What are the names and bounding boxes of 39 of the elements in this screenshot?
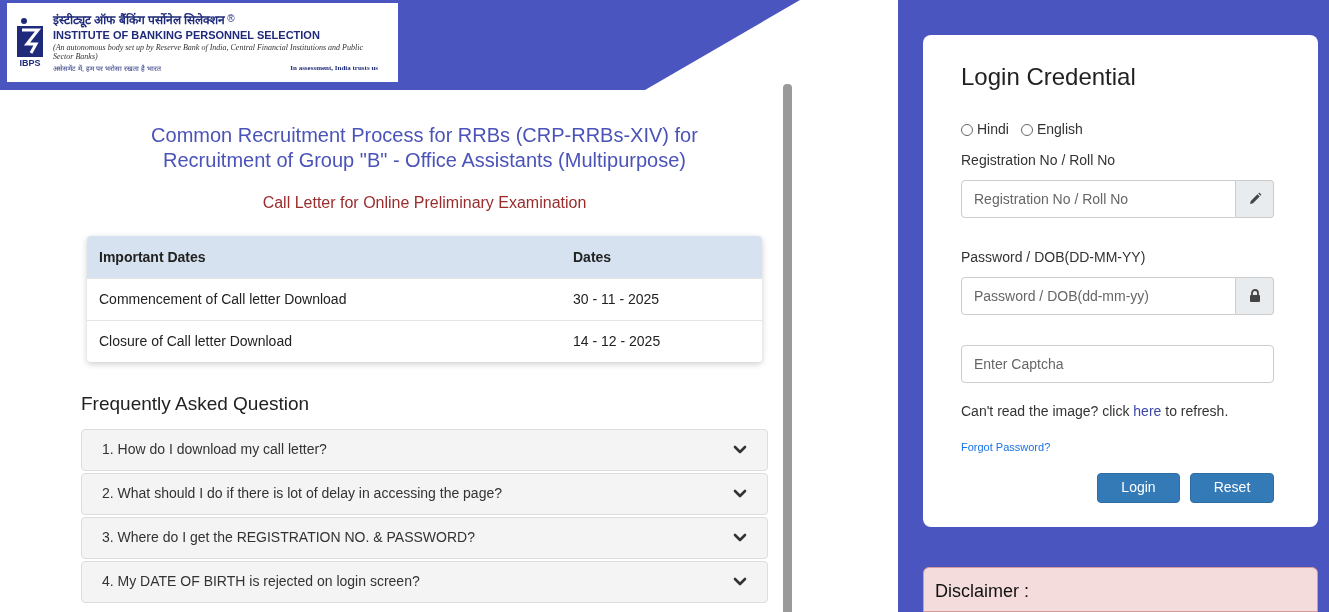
lock-icon <box>1248 289 1261 303</box>
forgot-password-link[interactable]: Forgot Password? <box>961 439 1051 456</box>
language-radio[interactable]: Hindi <box>961 119 1009 140</box>
faq-item[interactable]: 3. Where do I get the REGISTRATION NO. & PASSWORD? <box>81 516 768 559</box>
logo-mark: IBPS <box>19 59 41 68</box>
faq-item[interactable]: 4. My DATE OF BIRTH is rejected on login screen? <box>81 560 768 603</box>
field-label: Password / DOB(DD-MM-YY) <box>961 248 1147 267</box>
page-heading: Common Recruitment Process for RRBs (CRP-RRBs-XIV) for Recruitment of Group "B" - Office Assistants (Multipurpose) <box>150 123 699 173</box>
table-cell-text: Closure of Call letter Download <box>98 332 293 351</box>
disclaimer-title: Disclaimer : <box>935 581 1029 601</box>
language-radio[interactable]: English <box>1020 119 1083 140</box>
column-header: Important Dates <box>98 247 207 267</box>
captcha-refresh-text: Can't read the image? click here to refresh. <box>961 402 1230 421</box>
login-title: Login Credential <box>961 62 1137 92</box>
table-cell-text: Commencement of Call letter Download <box>98 290 348 309</box>
form-button[interactable]: Reset <box>1190 472 1274 503</box>
faq-item[interactable]: 2. What should I do if there is lot of delay in accessing the page? <box>81 472 768 515</box>
chevron-down-icon <box>733 576 747 587</box>
field-label: Registration No / Roll No <box>961 151 1117 170</box>
registered-mark: ® <box>227 13 235 24</box>
logo-subtitle: (An autonomous body set up by Reserve Bank of India, Central Financial Institutions and Public Sector Banks) <box>53 42 364 61</box>
input-field[interactable]: Registration No / Roll No <box>961 180 1236 218</box>
logo-hindi-name: इंस्टीट्यूट ऑफ बैंकिंग पर्सोनेल सिलेक्शन <box>53 13 226 26</box>
input-field[interactable]: Password / DOB(dd-mm-yy) <box>961 277 1236 315</box>
refresh-link[interactable]: here <box>1133 403 1162 419</box>
chevron-down-icon <box>733 444 747 455</box>
pencil-icon <box>1247 192 1262 206</box>
logo-emblem-icon <box>15 17 45 59</box>
table-cell-text: 14 - 12 - 2025 <box>572 332 661 351</box>
page-subheading: Call Letter for Online Preliminary Examination <box>261 193 588 213</box>
faq-item[interactable]: 1. How do I download my call letter? <box>81 428 768 471</box>
column-header: Dates <box>572 247 612 267</box>
form-button[interactable]: Login <box>1097 472 1180 503</box>
chevron-down-icon <box>733 532 747 543</box>
captcha-field[interactable]: Enter Captcha <box>961 345 1274 383</box>
chevron-down-icon <box>733 488 747 499</box>
faq-title: Frequently Asked Question <box>81 392 311 416</box>
logo-name: INSTITUTE OF BANKING PERSONNEL SELECTION <box>53 29 321 41</box>
table-cell-text: 30 - 11 - 2025 <box>572 290 660 309</box>
